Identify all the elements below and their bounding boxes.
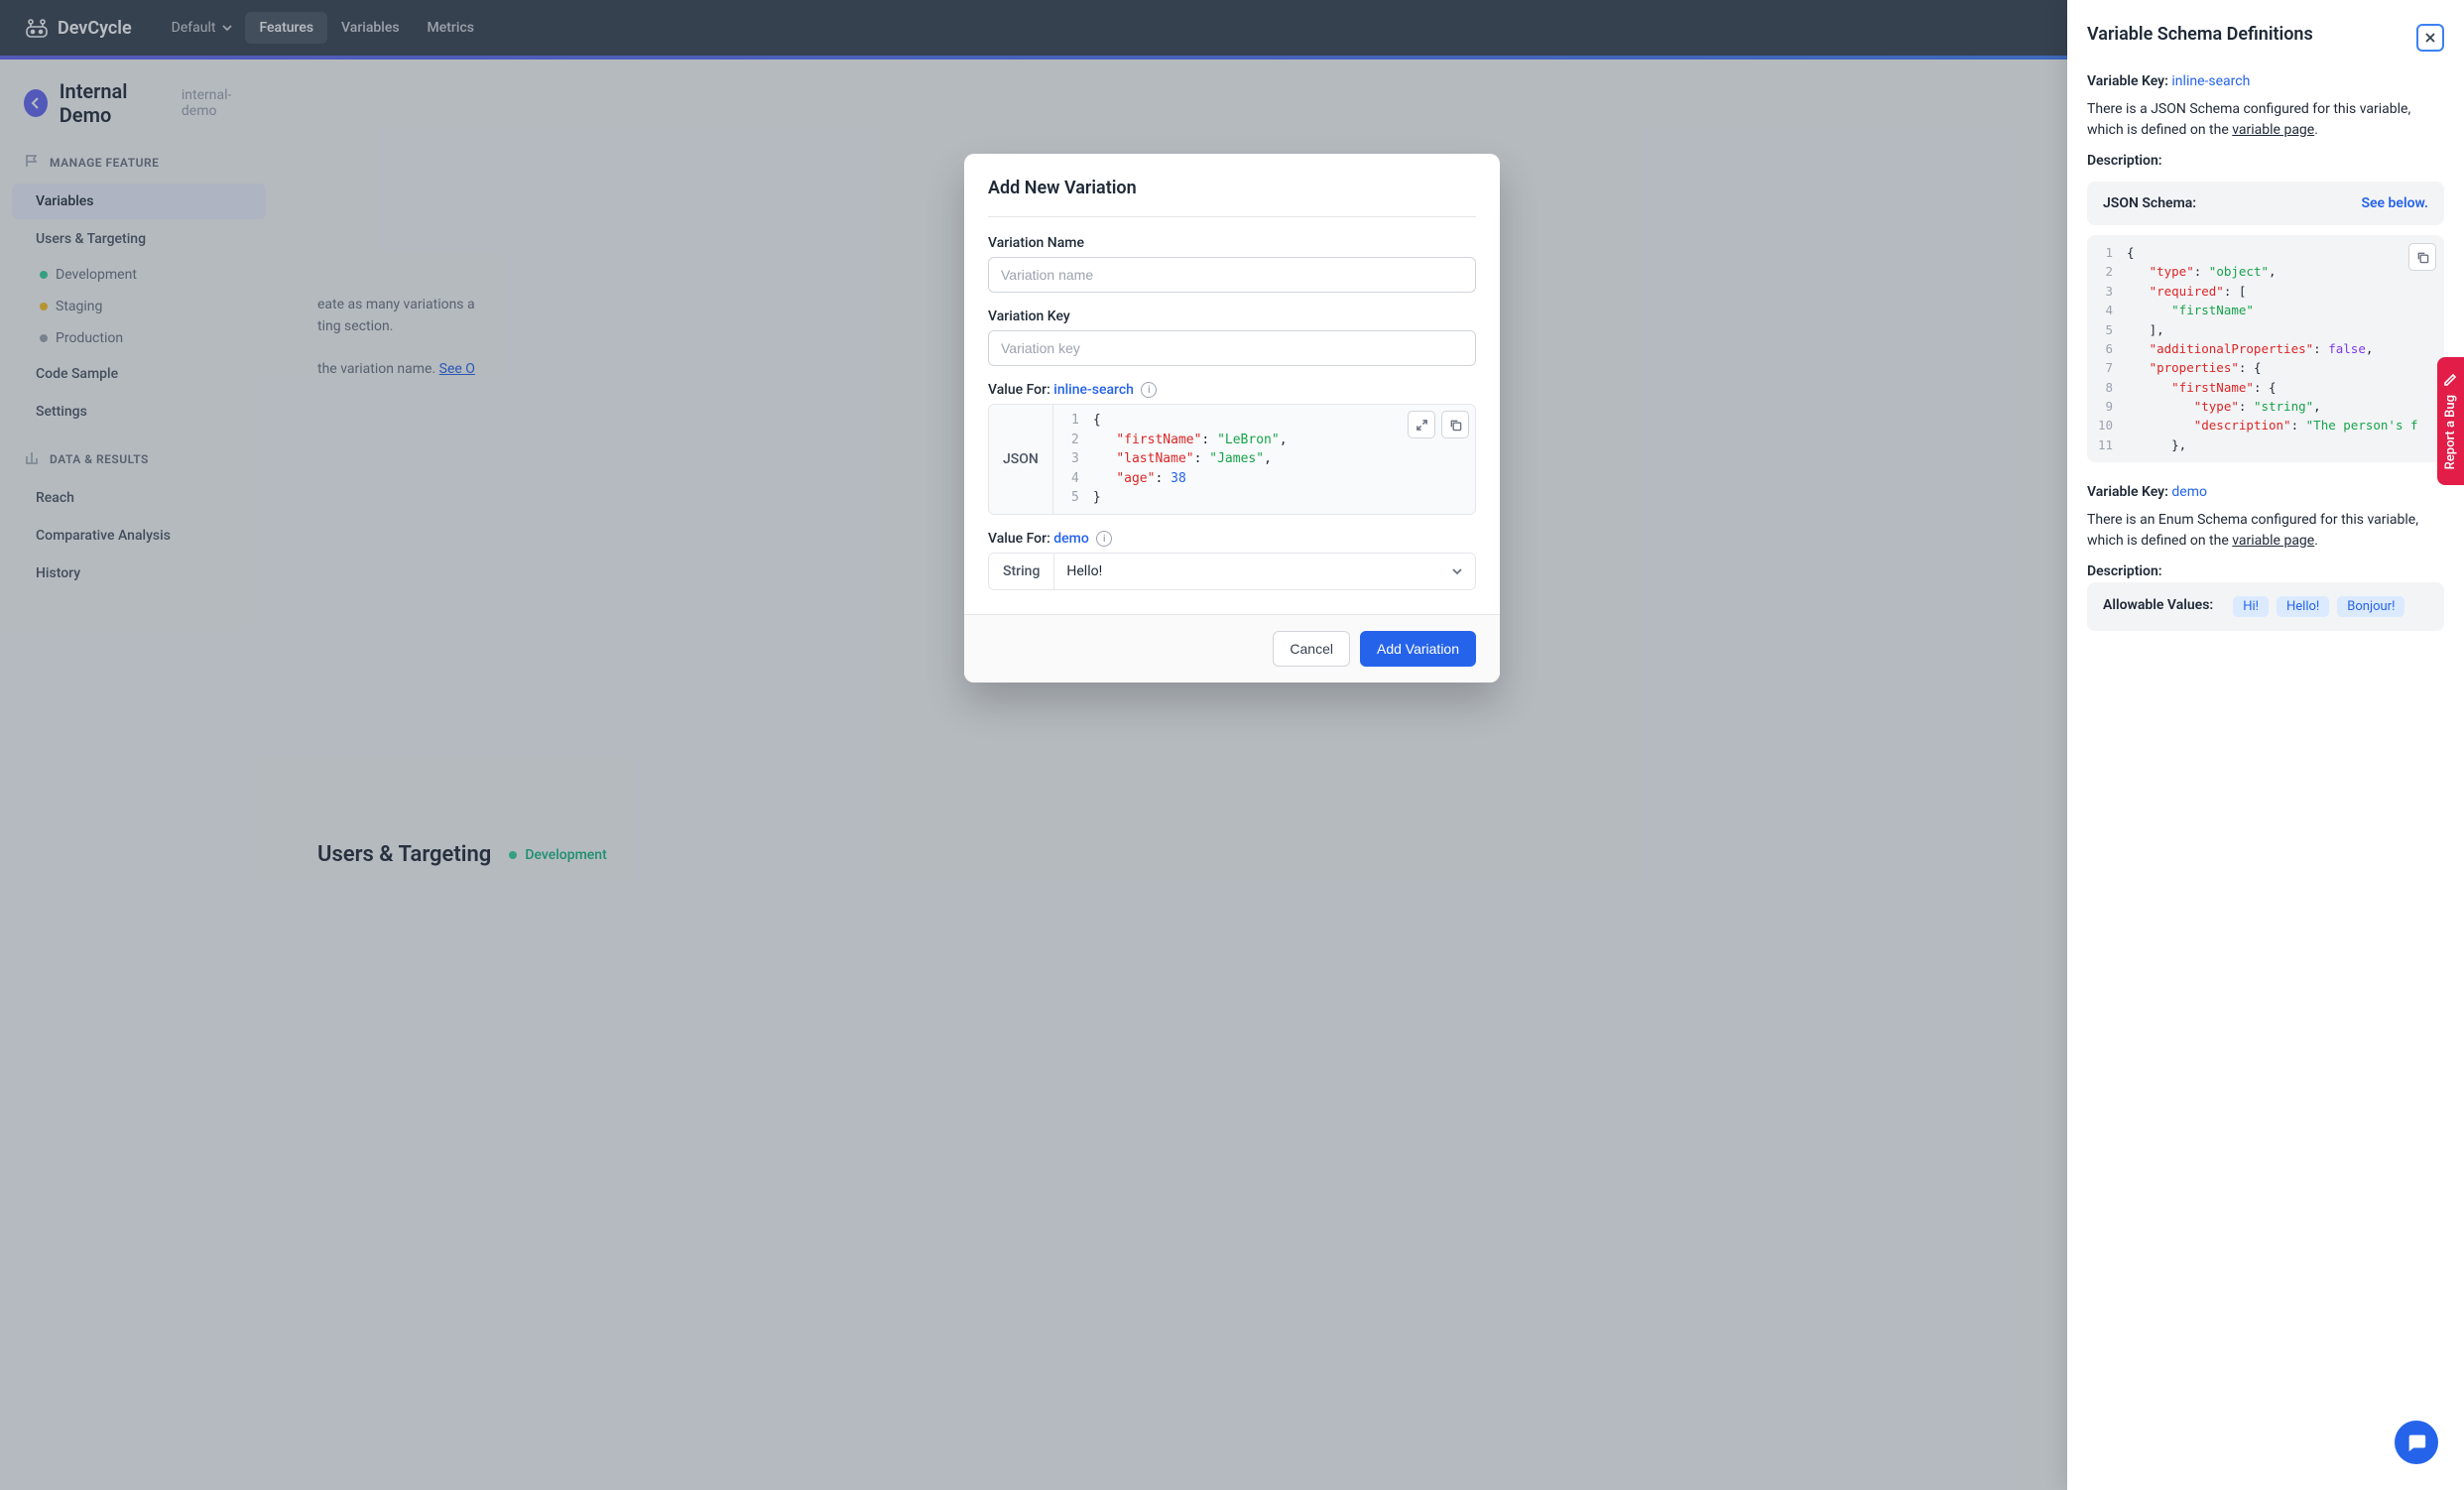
demo-key-link[interactable]: demo — [2171, 484, 2207, 500]
report-bug-tab[interactable]: Report a Bug — [2437, 357, 2464, 485]
schema-drawer: Variable Schema Definitions Variable Key… — [2067, 0, 2464, 1490]
allowable-values-chips: Hi! Hello! Bonjour! — [2233, 596, 2404, 617]
json-type-badge: JSON — [989, 405, 1053, 514]
json-editor[interactable]: 1{ 2 "firstName": "LeBron", 3 "lastName"… — [1053, 405, 1475, 514]
chip-bonjour: Bonjour! — [2337, 596, 2404, 617]
json-schema-description: There is a JSON Schema configured for th… — [2087, 99, 2444, 141]
string-type-badge: String — [989, 554, 1054, 589]
inline-search-link[interactable]: inline-search — [1053, 382, 1134, 398]
description-label: Description: — [2087, 153, 2162, 169]
inline-search-key-link[interactable]: inline-search — [2171, 73, 2250, 89]
chip-hello: Hello! — [2277, 596, 2329, 617]
json-schema-header-box: JSON Schema: See below. — [2087, 182, 2444, 225]
cancel-button[interactable]: Cancel — [1273, 631, 1350, 667]
modal-footer: Cancel Add Variation — [964, 614, 1500, 683]
demo-value-selected: Hello! — [1066, 563, 1102, 579]
demo-value-select: String Hello! — [988, 553, 1476, 590]
modal-title: Add New Variation — [988, 178, 1476, 198]
add-variation-submit-button[interactable]: Add Variation — [1360, 631, 1476, 667]
add-variation-modal: Add New Variation Variation Name Variati… — [964, 154, 1500, 683]
variable-key-label: Variable Key: — [2087, 73, 2168, 89]
report-bug-label: Report a Bug — [2443, 395, 2458, 469]
variation-key-input[interactable] — [988, 330, 1476, 366]
json-schema-label: JSON Schema: — [2103, 195, 2196, 211]
see-below-link[interactable]: See below. — [2361, 195, 2428, 211]
copy-icon[interactable] — [1441, 411, 1469, 438]
description-label-2: Description: — [2087, 563, 2162, 579]
drawer-title: Variable Schema Definitions — [2087, 24, 2313, 45]
chevron-down-icon — [1451, 563, 1463, 579]
copy-icon[interactable] — [2408, 243, 2436, 271]
divider — [988, 216, 1476, 217]
variable-key-label-2: Variable Key: — [2087, 484, 2168, 500]
value-for-demo-label: Value For: demo i — [988, 531, 1476, 547]
close-button[interactable] — [2416, 24, 2444, 52]
info-icon[interactable]: i — [1141, 382, 1157, 398]
variation-key-label: Variation Key — [988, 309, 1476, 324]
pencil-icon — [2443, 373, 2458, 387]
variable-page-link[interactable]: variable page — [2232, 122, 2314, 138]
enum-schema-description: There is an Enum Schema configured for t… — [2087, 510, 2444, 552]
chip-hi: Hi! — [2233, 596, 2269, 617]
demo-value-dropdown[interactable]: Hello! — [1054, 554, 1475, 589]
json-schema-code: 1{ 2 "type": "object", 3 "required": [ 4… — [2087, 235, 2444, 462]
variation-name-input[interactable] — [988, 257, 1476, 293]
allowable-values-box: Allowable Values: Hi! Hello! Bonjour! — [2087, 582, 2444, 631]
json-editor-box: JSON 1{ 2 "firstName": "LeBron", 3 "last… — [988, 404, 1476, 515]
demo-link[interactable]: demo — [1053, 531, 1089, 547]
variation-name-label: Variation Name — [988, 235, 1476, 251]
chat-fab[interactable] — [2395, 1421, 2438, 1464]
allowable-values-label: Allowable Values: — [2103, 596, 2213, 614]
info-icon[interactable]: i — [1096, 531, 1112, 547]
value-for-inline-search-label: Value For: inline-search i — [988, 382, 1476, 398]
expand-icon[interactable] — [1408, 411, 1435, 438]
variable-page-link-2[interactable]: variable page — [2232, 533, 2314, 549]
